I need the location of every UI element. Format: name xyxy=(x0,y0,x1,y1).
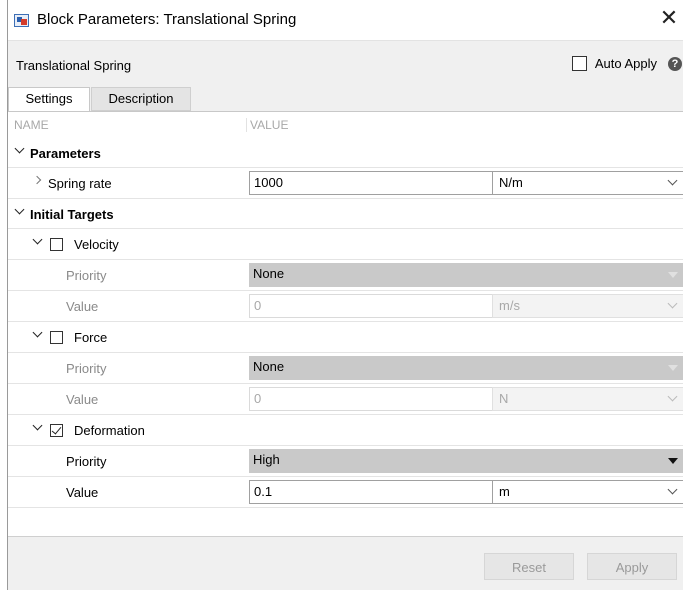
velocity-checkbox[interactable] xyxy=(50,238,63,251)
deformation-label: Deformation xyxy=(74,423,145,438)
column-divider xyxy=(246,118,247,132)
deformation-priority-value: High xyxy=(253,452,280,467)
chevron-down-icon[interactable] xyxy=(16,147,24,155)
deformation-unit-value: m xyxy=(499,484,510,499)
tab-description[interactable]: Description xyxy=(91,87,191,111)
spring-rate-unit-value: N/m xyxy=(499,175,523,190)
block-app-icon xyxy=(14,14,29,27)
force-value-row: Value 0 N xyxy=(8,384,683,415)
auto-apply-toggle[interactable]: Auto Apply xyxy=(571,56,657,71)
force-value-input[interactable]: 0 xyxy=(249,387,493,411)
deformation-value-row: Value 0.1 m xyxy=(8,477,683,508)
parameter-table: NAME VALUE Parameters Spring rate 1000 N… xyxy=(8,111,683,537)
chevron-down-icon[interactable] xyxy=(34,424,42,432)
force-unit-value: N xyxy=(499,391,509,406)
velocity-priority-select[interactable]: None xyxy=(249,263,683,287)
velocity-target-row: Velocity xyxy=(8,229,683,260)
spring-rate-input[interactable]: 1000 xyxy=(249,171,493,195)
auto-apply-checkbox[interactable] xyxy=(571,56,587,71)
chevron-down-icon[interactable] xyxy=(34,238,42,246)
force-value-label: Value xyxy=(66,392,99,407)
reset-button[interactable]: Reset xyxy=(484,553,574,580)
chevron-right-icon[interactable] xyxy=(35,177,43,185)
deformation-unit-select[interactable]: m xyxy=(492,480,683,504)
deformation-priority-row: Priority High xyxy=(8,446,683,477)
initial-targets-section-label: Initial Targets xyxy=(30,207,114,222)
velocity-label: Velocity xyxy=(74,237,119,252)
parameters-section[interactable]: Parameters xyxy=(8,138,683,168)
chevron-down-icon xyxy=(667,298,678,309)
title-bar: Block Parameters: Translational Spring ✕ xyxy=(8,0,683,41)
deformation-priority-label: Priority xyxy=(66,454,107,469)
chevron-down-icon xyxy=(667,175,678,186)
velocity-value-input[interactable]: 0 xyxy=(249,294,493,318)
value-column-header: VALUE xyxy=(250,118,289,132)
block-parameters-dialog: Block Parameters: Translational Spring ✕… xyxy=(7,0,683,590)
tab-bar: Settings Description xyxy=(8,87,683,111)
deformation-priority-select[interactable]: High xyxy=(249,449,683,473)
dropdown-arrow-icon xyxy=(668,365,678,371)
deformation-target-row: Deformation xyxy=(8,415,683,446)
spring-rate-row: Spring rate 1000 N/m xyxy=(8,168,683,199)
block-name-label: Translational Spring xyxy=(16,58,132,73)
chevron-down-icon[interactable] xyxy=(16,208,24,216)
velocity-priority-value: None xyxy=(253,266,285,281)
velocity-unit-value: m/s xyxy=(499,298,520,313)
force-priority-value: None xyxy=(253,359,285,374)
block-header: Translational Spring Auto Apply ? xyxy=(8,49,683,81)
deformation-checkbox[interactable] xyxy=(50,424,63,437)
velocity-value-label: Value xyxy=(66,299,99,314)
deformation-value-label: Value xyxy=(66,485,99,500)
force-priority-select[interactable]: None xyxy=(249,356,683,380)
force-unit-select[interactable]: N xyxy=(492,387,683,411)
force-target-row: Force xyxy=(8,322,683,353)
deformation-value-input[interactable]: 0.1 xyxy=(249,480,493,504)
velocity-unit-select[interactable]: m/s xyxy=(492,294,683,318)
tab-settings[interactable]: Settings xyxy=(8,87,90,111)
help-icon[interactable]: ? xyxy=(668,57,682,71)
force-label: Force xyxy=(74,330,108,345)
name-column-header: NAME xyxy=(14,118,49,132)
auto-apply-label: Auto Apply xyxy=(594,56,657,71)
initial-targets-section[interactable]: Initial Targets xyxy=(8,199,683,229)
spring-rate-label: Spring rate xyxy=(48,176,112,191)
force-priority-label: Priority xyxy=(66,361,107,376)
spring-rate-unit-select[interactable]: N/m xyxy=(492,171,683,195)
column-header: NAME VALUE xyxy=(8,112,683,138)
chevron-down-icon xyxy=(667,391,678,402)
window-title: Block Parameters: Translational Spring xyxy=(37,11,297,28)
chevron-down-icon[interactable] xyxy=(34,331,42,339)
chevron-down-icon xyxy=(667,484,678,495)
apply-button[interactable]: Apply xyxy=(587,553,677,580)
dropdown-arrow-icon xyxy=(668,458,678,464)
parameters-section-label: Parameters xyxy=(30,146,101,161)
velocity-priority-row: Priority None xyxy=(8,260,683,291)
force-checkbox[interactable] xyxy=(50,331,63,344)
velocity-priority-label: Priority xyxy=(66,268,107,283)
close-button[interactable]: ✕ xyxy=(655,6,683,34)
force-priority-row: Priority None xyxy=(8,353,683,384)
velocity-value-row: Value 0 m/s xyxy=(8,291,683,322)
dropdown-arrow-icon xyxy=(668,272,678,278)
